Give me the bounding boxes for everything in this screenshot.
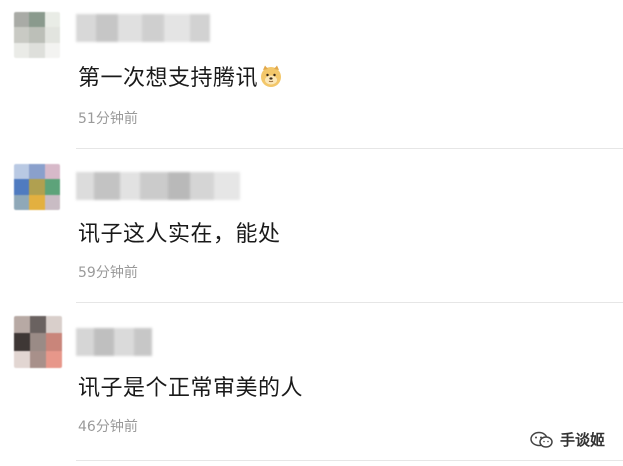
wechat-icon	[530, 431, 553, 448]
comment-text: 讯子这人实在，能处	[78, 222, 281, 247]
username-blurred[interactable]	[76, 172, 240, 200]
avatar[interactable]	[14, 12, 60, 58]
divider	[76, 148, 623, 149]
comment-item: 讯子这人实在，能处 59分钟前	[0, 150, 623, 304]
comment-text: 讯子是个正常审美的人	[78, 376, 304, 401]
username-blurred[interactable]	[76, 328, 152, 356]
avatar[interactable]	[14, 316, 62, 368]
comment-time: 46分钟前	[78, 419, 138, 435]
username-blurred[interactable]	[76, 14, 210, 42]
comment-item: 第一次想支持腾讯 51分钟前	[0, 0, 623, 150]
doge-icon	[261, 65, 282, 87]
divider	[76, 460, 623, 461]
comment-time: 51分钟前	[78, 111, 138, 127]
comment-text-content: 第一次想支持腾讯	[78, 66, 259, 91]
avatar[interactable]	[14, 164, 60, 210]
comment-text: 第一次想支持腾讯	[78, 60, 283, 92]
comment-time: 59分钟前	[78, 265, 138, 281]
divider	[76, 302, 623, 303]
watermark-label: 手谈姬	[559, 431, 605, 449]
watermark: 手谈姬	[530, 429, 605, 450]
